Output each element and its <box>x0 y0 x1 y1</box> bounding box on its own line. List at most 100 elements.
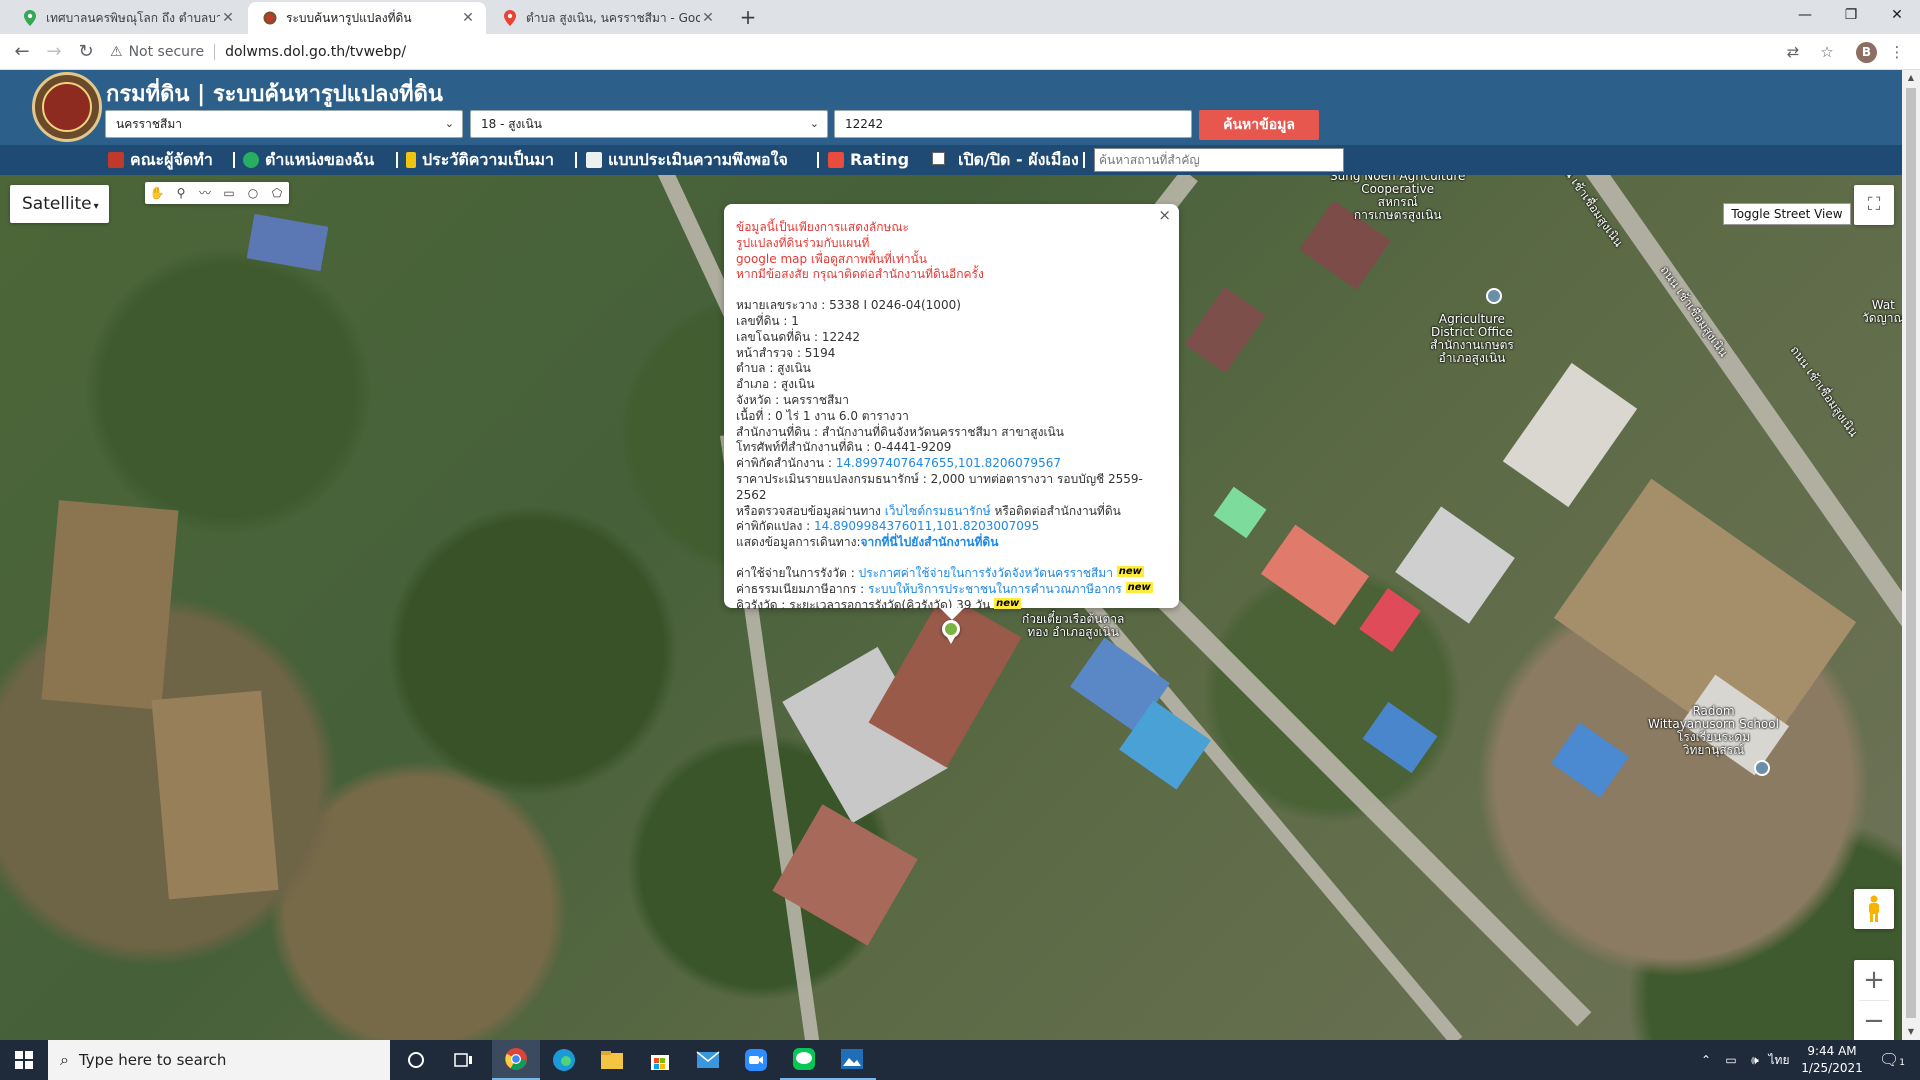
menu-kebab-icon[interactable]: ⋮ <box>1888 43 1906 61</box>
tray-chevron-up-icon[interactable]: ⌃ <box>1696 1040 1716 1080</box>
close-tab-icon[interactable]: ✕ <box>460 10 476 26</box>
address-bar[interactable]: ⚠ Not secure dolwms.dol.go.th/tvwebp/ <box>110 37 1880 67</box>
new-tab-button[interactable]: + <box>735 4 761 30</box>
polygon-tool-icon[interactable]: ⬠ <box>265 182 289 204</box>
line-icon[interactable] <box>780 1040 828 1080</box>
reload-icon[interactable]: ↻ <box>72 38 100 66</box>
minimize-icon[interactable]: — <box>1782 0 1828 30</box>
new-badge: new <box>994 597 1022 609</box>
polyline-tool-icon[interactable]: 〰 <box>193 182 217 204</box>
store-icon[interactable] <box>636 1040 684 1080</box>
translate-icon[interactable]: ⇄ <box>1784 43 1802 61</box>
parcel-number: เลขที่ดิน : 1 <box>736 313 799 328</box>
url-text[interactable]: dolwms.dol.go.th/tvwebp/ <box>225 44 406 60</box>
security-label[interactable]: Not secure <box>129 44 205 60</box>
chrome-icon[interactable] <box>492 1040 540 1080</box>
scrollbar-thumb[interactable] <box>1906 88 1916 1018</box>
zoom-icon[interactable] <box>732 1040 780 1080</box>
photos-icon[interactable] <box>828 1040 876 1080</box>
mail-icon[interactable] <box>684 1040 732 1080</box>
nav-label: คณะผู้จัดทำ <box>130 150 213 169</box>
file-explorer-icon[interactable] <box>588 1040 636 1080</box>
edge-icon[interactable] <box>540 1040 588 1080</box>
parcel-marker-icon[interactable] <box>942 620 960 644</box>
office-select-value: 18 - สูงเนิน <box>481 117 542 131</box>
province-select[interactable]: นครราชสีมา ⌄ <box>105 110 463 138</box>
scroll-down-icon[interactable]: ▼ <box>1902 1024 1920 1040</box>
treasury-website-link[interactable]: เว็บไซต์กรมธนารักษ์ <box>885 504 991 518</box>
chart-icon <box>828 152 844 168</box>
windows-taskbar: ⌕ Type here to search ⌃ ▭ 🕪 ไทย 9:44 AM … <box>0 1040 1920 1080</box>
nav-item-survey[interactable]: แบบประเมินความพึงพอใจ <box>586 145 788 175</box>
fullscreen-icon[interactable]: ⛶ <box>1854 185 1894 225</box>
nav-item-rating[interactable]: Rating <box>828 145 909 175</box>
taskbar-search-box[interactable]: ⌕ Type here to search <box>48 1040 390 1080</box>
nav-item-history[interactable]: ประวัติความเป็นมา <box>406 145 554 175</box>
back-icon[interactable]: ← <box>8 38 36 66</box>
tab-google-maps[interactable]: ตำบล สูงเนิน, นครราชสีมา - Google ✕ <box>488 2 726 34</box>
office-select[interactable]: 18 - สูงเนิน ⌄ <box>470 110 828 138</box>
deed-number: เลขโฉนดที่ดิน : 12242 <box>736 329 861 344</box>
tab-maps-route[interactable]: เทศบาลนครพิษณุโลก ถึง ตำบลบางระกำ ✕ <box>8 2 246 34</box>
office-phone: โทรศัพท์ที่สำนักงานที่ดิน : 0-4441-9209 <box>736 440 952 455</box>
map-building <box>246 213 329 272</box>
map-label-noodle-shop: ก๋วยเตี๋ยวเรือต้นตาล ทอง อำเภอสูงเนิน <box>1022 612 1125 639</box>
tax-calc-link[interactable]: ระบบให้บริการประชาชนในการคำนวณภาษีอากร <box>868 582 1122 596</box>
browser-tab-strip: เทศบาลนครพิษณุโลก ถึง ตำบลบางระกำ ✕ ระบบ… <box>0 0 1920 34</box>
map-building <box>1359 588 1421 652</box>
office-coordinates-link[interactable]: 14.8997407647655,101.8206079567 <box>836 456 1061 470</box>
map-building <box>1184 286 1266 374</box>
deed-number-input[interactable]: 12242 <box>834 110 1192 138</box>
zoom-in-button[interactable]: + <box>1854 960 1894 1000</box>
scroll-up-icon[interactable]: ▲ <box>1902 70 1920 86</box>
zoom-out-button[interactable]: − <box>1854 1001 1894 1040</box>
close-tab-icon[interactable]: ✕ <box>220 10 236 26</box>
nav-item-city-plan[interactable]: เปิด/ปิด - ผังเมือง <box>958 145 1079 175</box>
route-link[interactable]: จากที่นี่ไปยังสำนักงานที่ดิน <box>860 535 998 549</box>
task-view-icon[interactable] <box>440 1040 488 1080</box>
nav-item-team[interactable]: คณะผู้จัดทำ <box>108 145 213 175</box>
marker-tool-icon[interactable]: ⚲ <box>169 182 193 204</box>
site-header: กรมที่ดิน | ระบบค้นหารูปแปลงที่ดิน นครรา… <box>0 70 1902 145</box>
restore-icon[interactable]: ❐ <box>1828 0 1874 30</box>
survey-fee-link[interactable]: ประกาศค่าใช้จ่ายในการรังวัดจังหวัดนครราช… <box>859 566 1113 580</box>
tab-title: ระบบค้นหารูปแปลงที่ดิน <box>286 10 412 25</box>
pegman-icon[interactable] <box>1854 889 1894 929</box>
toggle-street-view-button[interactable]: Toggle Street View <box>1723 203 1851 225</box>
warning-icon[interactable]: ⚠ <box>110 44 123 60</box>
map-type-dropdown[interactable]: Satellite ▾ <box>10 185 109 223</box>
hand-pan-icon[interactable]: ✋ <box>145 182 169 204</box>
survey-sheet-number: หมายเลขระวาง : 5338 I 0246-04(1000) <box>736 298 961 313</box>
city-plan-checkbox[interactable] <box>932 152 945 165</box>
cortana-icon[interactable] <box>392 1040 440 1080</box>
nav-label: Rating <box>850 150 910 169</box>
system-clock[interactable]: 9:44 AM 1/25/2021 <box>1792 1043 1872 1077</box>
network-icon[interactable]: ▭ <box>1720 1040 1742 1080</box>
disclaimer-line: หากมีข้อสงสัย กรุณาติดต่อสำนักงานที่ดินอ… <box>736 267 984 282</box>
nav-item-my-location[interactable]: ตำแหน่งของฉัน <box>243 145 374 175</box>
volume-icon[interactable]: 🕪 <box>1744 1040 1766 1080</box>
language-indicator[interactable]: ไทย <box>1764 1040 1794 1080</box>
place-pin-icon[interactable] <box>1754 760 1770 776</box>
satellite-map[interactable]: Sung Noen Agriculture Cooperative สหกรณ์… <box>0 175 1902 1040</box>
page-scrollbar[interactable]: ▲ ▼ <box>1902 70 1920 1040</box>
notification-icon[interactable]: 🗨1 <box>1872 1040 1912 1080</box>
rectangle-tool-icon[interactable]: ▭ <box>217 182 241 204</box>
subdistrict: ตำบล : สูงเนิน <box>736 361 811 376</box>
close-icon[interactable]: × <box>1158 207 1171 224</box>
close-window-icon[interactable]: ✕ <box>1874 0 1920 30</box>
close-tab-icon[interactable]: ✕ <box>700 10 716 26</box>
windows-start-icon[interactable] <box>0 1040 48 1080</box>
tab-land-search[interactable]: ระบบค้นหารูปแปลงที่ดิน ✕ <box>248 2 486 34</box>
profile-avatar[interactable]: B <box>1856 42 1877 63</box>
clock-date: 1/25/2021 <box>1801 1061 1863 1075</box>
forward-icon[interactable]: → <box>40 38 68 66</box>
search-button[interactable]: ค้นหาข้อมูล <box>1199 110 1319 140</box>
tab-title: ตำบล สูงเนิน, นครราชสีมา - Google <box>526 10 700 25</box>
bookmark-star-icon[interactable]: ☆ <box>1818 43 1836 61</box>
circle-tool-icon[interactable]: ○ <box>241 182 265 204</box>
parcel-coordinates-link[interactable]: 14.8909984376011,101.8203007095 <box>814 519 1039 533</box>
nav-divider <box>575 152 577 168</box>
place-pin-icon[interactable] <box>1486 288 1502 304</box>
place-search-input[interactable]: ค้นหาสถานที่สำคัญ <box>1094 148 1344 172</box>
